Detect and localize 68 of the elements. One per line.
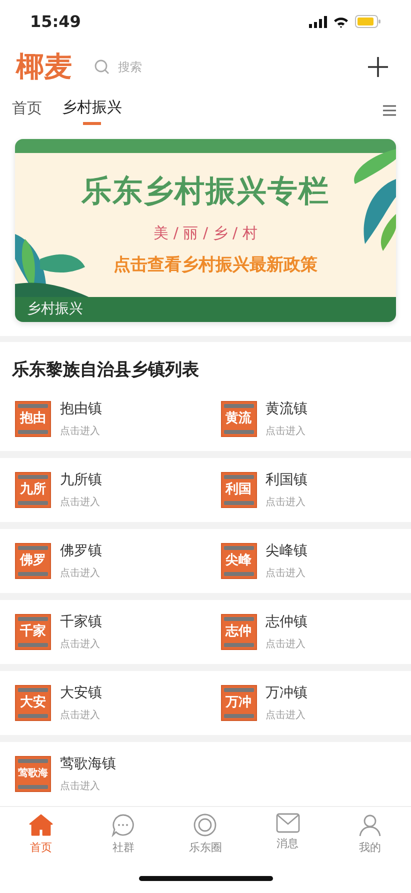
banner-title: 乐东乡村振兴专栏: [82, 173, 330, 212]
town-hint: 点击进入: [266, 566, 306, 580]
target-icon: [193, 812, 218, 837]
tab[interactable]: 首页: [12, 95, 42, 126]
town-item[interactable]: 利国 利国镇 点击进入: [206, 470, 411, 509]
town-hint: 点击进入: [60, 496, 101, 509]
town-name: 黄流镇: [266, 400, 308, 418]
town-hint: 点击进入: [266, 638, 306, 651]
app-logo: 椰麦: [16, 49, 72, 86]
town-name: 佛罗镇: [60, 542, 102, 560]
town-badge: 抱由: [15, 400, 51, 437]
town-item[interactable]: 抱由 抱由镇 点击进入: [0, 400, 206, 438]
town-badge: 志仲: [220, 614, 256, 650]
town-name: 尖峰镇: [266, 542, 308, 560]
town-badge: 九所: [15, 472, 51, 508]
town-badge: 万冲: [220, 684, 256, 721]
town-name: 大安镇: [60, 684, 102, 702]
town-item[interactable]: 九所 九所镇 点击进入: [0, 470, 206, 509]
section-title: 乐东黎族自治县乡镇列表: [10, 358, 200, 382]
menu-icon[interactable]: [383, 105, 396, 116]
town-hint: 点击进入: [60, 638, 101, 651]
nav-item[interactable]: 我的: [340, 812, 400, 864]
town-item[interactable]: 千家 千家镇 点击进入: [0, 612, 206, 651]
town-badge: 黄流: [220, 400, 256, 437]
town-name: 千家镇: [60, 612, 102, 631]
wifi-icon: [333, 16, 349, 28]
status-time: 15:49: [30, 12, 81, 32]
town-name: 莺歌海镇: [60, 754, 116, 773]
town-badge: 千家: [15, 614, 51, 650]
nav-item[interactable]: 社群: [93, 812, 154, 864]
town-name: 利国镇: [266, 470, 308, 489]
town-hint: 点击进入: [60, 424, 101, 438]
town-hint: 点击进入: [266, 708, 306, 722]
banner-caption: 乡村振兴: [27, 300, 83, 318]
town-name: 万冲镇: [266, 684, 308, 702]
banner-link-text: 点击查看乡村振兴最新政策: [114, 254, 318, 276]
banner-subtitle: 美 / 丽 / 乡 / 村: [154, 224, 258, 244]
add-icon[interactable]: [367, 56, 389, 78]
signal-icon: [309, 16, 327, 28]
home-icon: [29, 812, 54, 837]
town-hint: 点击进入: [60, 566, 101, 580]
town-name: 志仲镇: [266, 612, 308, 631]
town-item[interactable]: 志仲 志仲镇 点击进入: [206, 612, 411, 651]
town-item[interactable]: 佛罗 佛罗镇 点击进入: [0, 542, 206, 580]
nav-item[interactable]: 乐东圈: [175, 812, 236, 864]
person-icon: [358, 812, 382, 837]
town-hint: 点击进入: [60, 708, 101, 722]
chat-icon: [111, 812, 136, 837]
town-badge: 利国: [220, 472, 256, 508]
banner[interactable]: 乐东乡村振兴专栏 美 / 丽 / 乡 / 村 点击查看乡村振兴最新政策 乡村振兴: [15, 139, 396, 322]
town-hint: 点击进入: [266, 424, 306, 438]
town-hint: 点击进入: [60, 780, 101, 793]
town-item[interactable]: 万冲 万冲镇 点击进入: [206, 684, 411, 722]
town-name: 抱由镇: [60, 400, 102, 418]
search-field[interactable]: 搜索: [116, 59, 240, 76]
town-badge: 大安: [15, 684, 51, 721]
town-badge: 佛罗: [15, 542, 51, 579]
town-item[interactable]: 大安 大安镇 点击进入: [0, 684, 206, 722]
town-item[interactable]: 尖峰 尖峰镇 点击进入: [206, 542, 411, 580]
town-hint: 点击进入: [266, 496, 306, 509]
town-name: 九所镇: [60, 470, 102, 489]
town-badge: 莺歌海: [15, 756, 51, 792]
town-item[interactable]: 黄流 黄流镇 点击进入: [206, 400, 411, 438]
mail-icon: [276, 812, 300, 833]
town-badge: 尖峰: [220, 542, 256, 579]
nav-item[interactable]: 消息: [258, 812, 318, 864]
search-icon: [94, 59, 110, 76]
battery-icon: [355, 15, 381, 28]
